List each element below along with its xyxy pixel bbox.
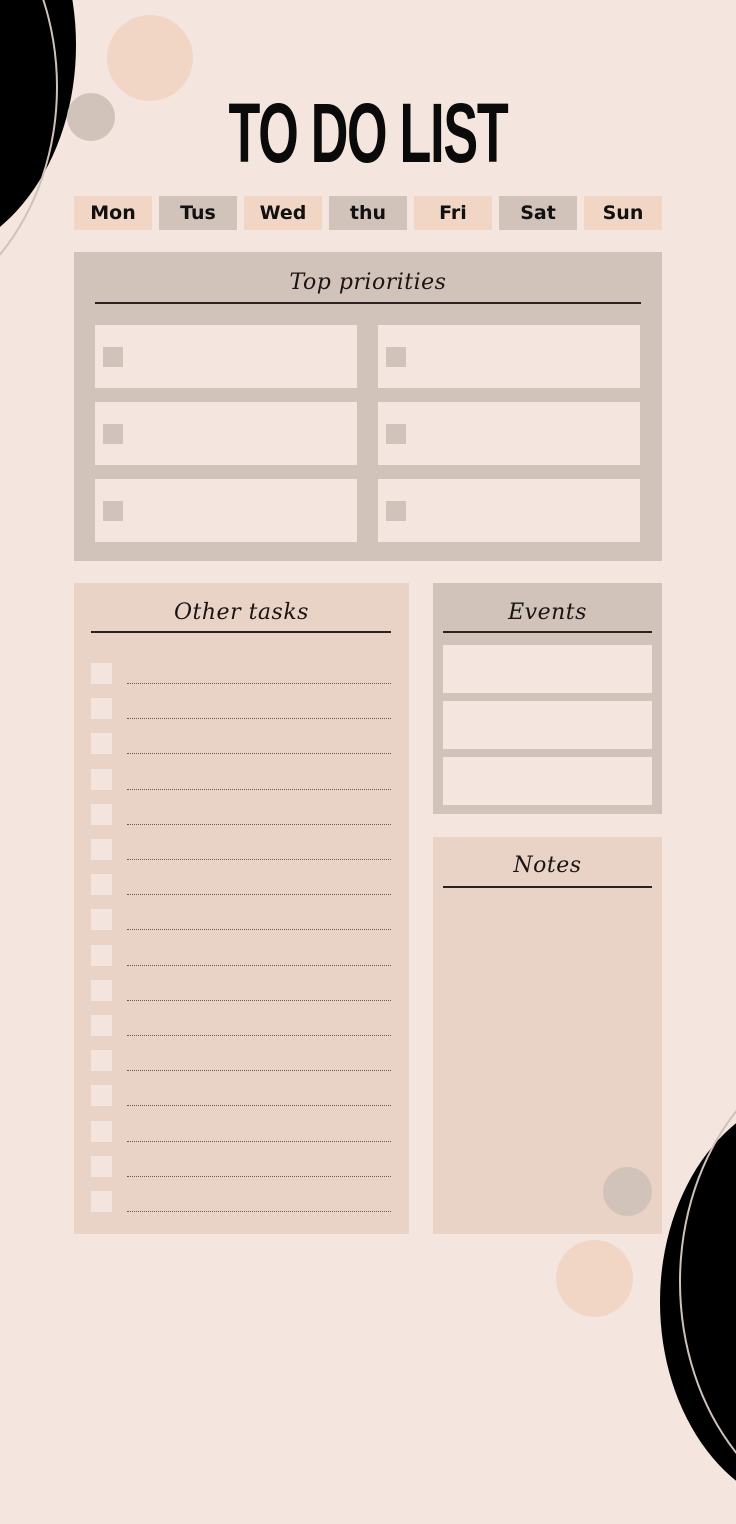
task-line[interactable] <box>127 1000 391 1001</box>
task-checkbox[interactable] <box>91 909 112 930</box>
gray-circle-decoration-top <box>67 93 115 141</box>
task-line[interactable] <box>127 718 391 719</box>
other-tasks-panel <box>74 583 409 1234</box>
priority-checkbox[interactable] <box>386 501 406 521</box>
task-line[interactable] <box>127 1211 391 1212</box>
day-tab-thu[interactable]: thu <box>329 196 407 230</box>
peach-circle-decoration-bottom <box>556 1240 633 1317</box>
task-line[interactable] <box>127 894 391 895</box>
task-checkbox[interactable] <box>91 1015 112 1036</box>
day-tab-fri[interactable]: Fri <box>414 196 492 230</box>
priority-item[interactable] <box>378 325 640 388</box>
priority-item[interactable] <box>95 325 357 388</box>
task-line[interactable] <box>127 1035 391 1036</box>
heading-underline <box>443 886 652 888</box>
day-tab-tue[interactable]: Tus <box>159 196 237 230</box>
day-tab-mon[interactable]: Mon <box>74 196 152 230</box>
task-line[interactable] <box>127 929 391 930</box>
event-slot[interactable] <box>443 757 652 805</box>
priority-item[interactable] <box>95 402 357 465</box>
task-line[interactable] <box>127 1176 391 1177</box>
day-tab-sat[interactable]: Sat <box>499 196 577 230</box>
task-line[interactable] <box>127 789 391 790</box>
other-tasks-heading: Other tasks <box>174 600 309 625</box>
day-tab-wed[interactable]: Wed <box>244 196 322 230</box>
task-checkbox[interactable] <box>91 663 112 684</box>
task-checkbox[interactable] <box>91 1156 112 1177</box>
gray-circle-decoration-bottom <box>603 1167 652 1216</box>
task-line[interactable] <box>127 965 391 966</box>
priority-checkbox[interactable] <box>386 347 406 367</box>
events-heading: Events <box>508 600 587 625</box>
day-tab-sun[interactable]: Sun <box>584 196 662 230</box>
task-line[interactable] <box>127 824 391 825</box>
task-checkbox[interactable] <box>91 733 112 754</box>
priority-item[interactable] <box>378 402 640 465</box>
task-line[interactable] <box>127 859 391 860</box>
heading-underline <box>95 302 641 304</box>
notes-heading: Notes <box>513 853 582 878</box>
task-checkbox[interactable] <box>91 804 112 825</box>
page-title: TO DO LIST <box>228 86 509 180</box>
priority-checkbox[interactable] <box>103 347 123 367</box>
priority-checkbox[interactable] <box>103 501 123 521</box>
top-priorities-heading: Top priorities <box>289 270 447 295</box>
task-checkbox[interactable] <box>91 839 112 860</box>
top-priorities-panel: Top priorities <box>74 252 662 561</box>
task-checkbox[interactable] <box>91 769 112 790</box>
heading-underline <box>443 631 652 633</box>
heading-underline <box>91 631 391 633</box>
event-slot[interactable] <box>443 645 652 693</box>
task-checkbox[interactable] <box>91 1121 112 1142</box>
event-slot[interactable] <box>443 701 652 749</box>
task-line[interactable] <box>127 683 391 684</box>
task-line[interactable] <box>127 1141 391 1142</box>
task-line[interactable] <box>127 1070 391 1071</box>
priority-checkbox[interactable] <box>386 424 406 444</box>
priority-checkbox[interactable] <box>103 424 123 444</box>
priority-item[interactable] <box>95 479 357 542</box>
task-checkbox[interactable] <box>91 1085 112 1106</box>
task-checkbox[interactable] <box>91 945 112 966</box>
task-checkbox[interactable] <box>91 980 112 1001</box>
task-line[interactable] <box>127 753 391 754</box>
task-checkbox[interactable] <box>91 1050 112 1071</box>
task-line[interactable] <box>127 1105 391 1106</box>
task-checkbox[interactable] <box>91 1191 112 1212</box>
priority-item[interactable] <box>378 479 640 542</box>
task-checkbox[interactable] <box>91 698 112 719</box>
task-checkbox[interactable] <box>91 874 112 895</box>
